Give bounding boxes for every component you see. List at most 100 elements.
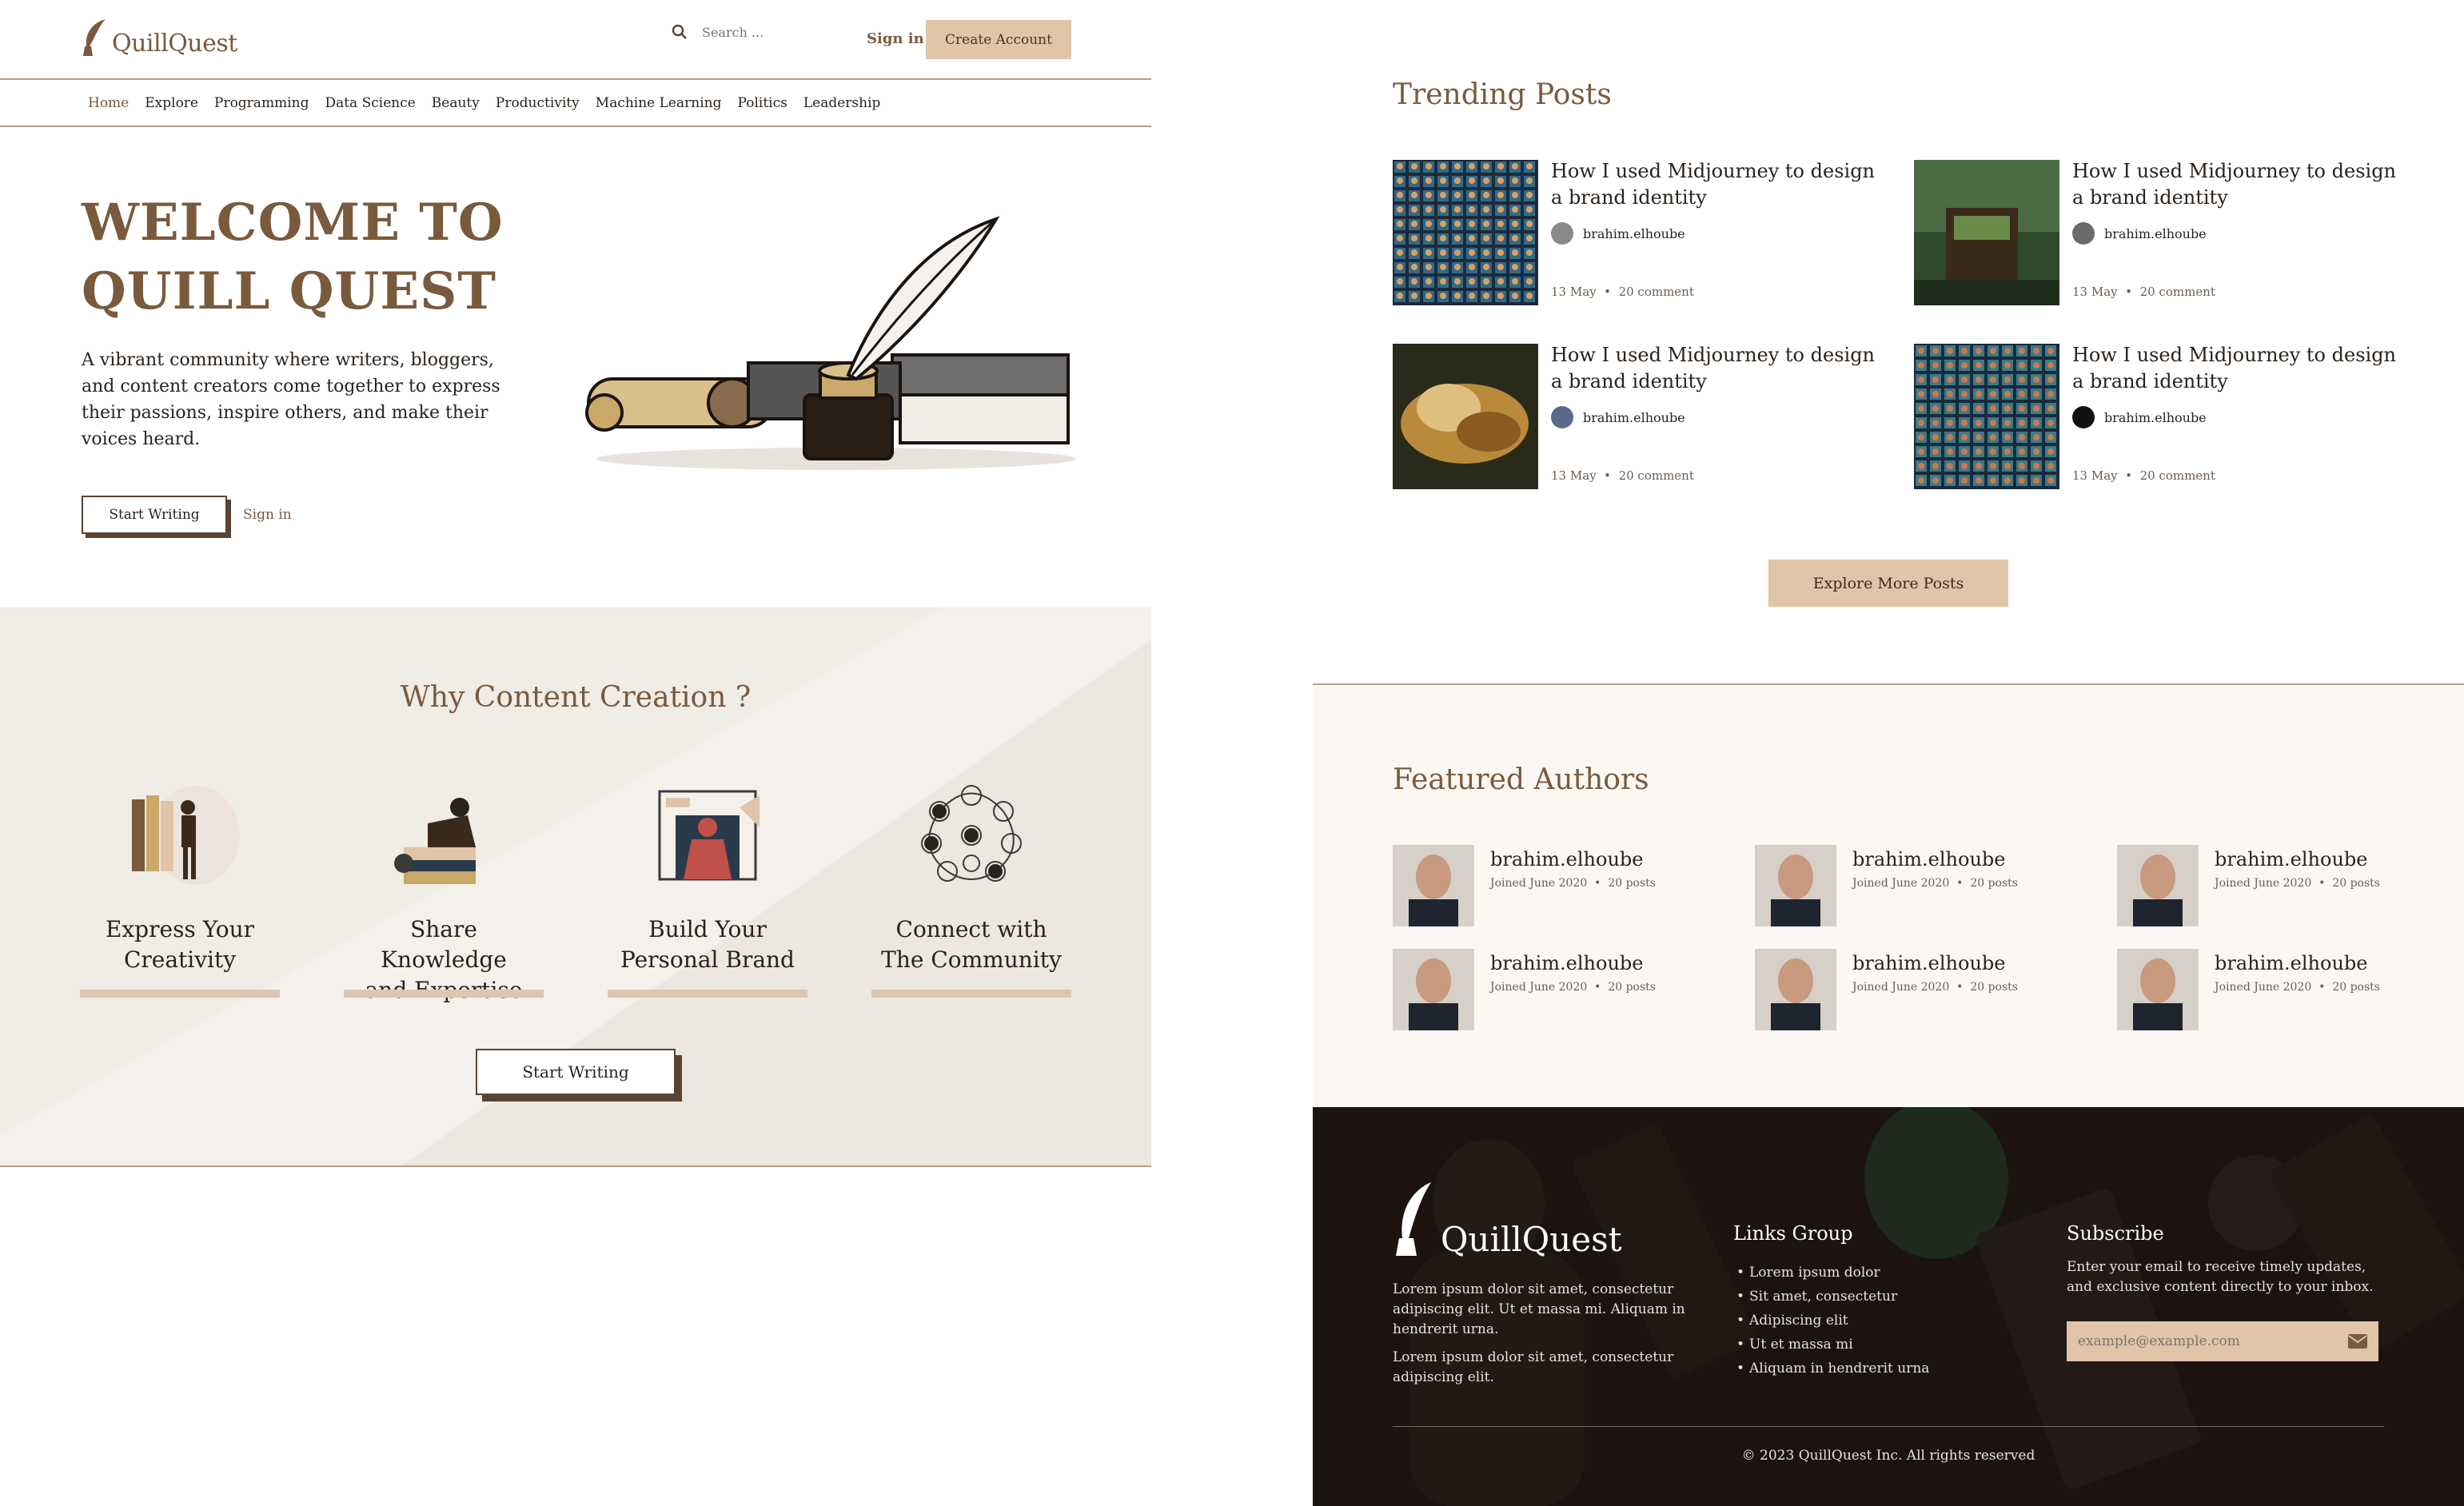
footer-link[interactable]: Adipiscing elit [1733,1309,1929,1333]
hero-title: WELCOME TO QUILL QUEST [82,189,504,326]
nav-item-explore[interactable]: Explore [145,95,198,111]
avatar [1551,222,1573,245]
card-accent-bar [608,990,807,998]
author-meta: Joined June 2020 • 20 posts [1852,877,2018,890]
hero-title-line2: QUILL QUEST [82,261,496,321]
author-photo [1393,845,1474,926]
quill-logo-icon [83,19,106,56]
post-author[interactable]: brahim.elhoube [1551,406,1685,428]
post-meta: 13 May • 20 comment [2072,468,2215,483]
books-reader-illustration [394,798,476,884]
footer-link[interactable]: Ut et massa mi [1733,1333,1929,1357]
hero-signin-link[interactable]: Sign in [243,507,292,523]
card-connect-community: Connect with The Community [871,783,1071,999]
hero-description: A vibrant community where writers, blogg… [82,350,500,449]
footer-link[interactable]: Lorem ipsum dolor [1733,1261,1929,1285]
footer-description: Lorem ipsum dolor sit amet, consectetur … [1393,1281,1685,1385]
site-footer: QuillQuest Lorem ipsum dolor sit amet, c… [1313,1107,2464,1506]
post-author[interactable]: brahim.elhoube [1551,222,1685,245]
logo-text: QuillQuest [112,30,237,58]
post-meta: 13 May • 20 comment [2072,285,2215,299]
explore-more-posts-button[interactable]: Explore More Posts [1768,560,2008,607]
start-writing-button[interactable]: Start Writing [82,496,227,534]
post-card[interactable]: How I used Midjourney to design a brand … [1393,160,1888,312]
nav-item-data-science[interactable]: Data Science [325,95,415,111]
post-thumbnail [1914,344,2059,489]
subscribe-text: Enter your email to receive timely updat… [2067,1259,2374,1295]
author-photo [2117,845,2199,926]
subscribe-form [2067,1321,2378,1361]
why-start-writing-button[interactable]: Start Writing [476,1049,676,1095]
post-thumbnail [1393,160,1538,305]
subscribe-title: Subscribe [2067,1222,2164,1245]
card-title: Express Your Creativity [105,916,255,973]
nav-item-leadership[interactable]: Leadership [803,95,881,111]
landing-right-panel: Trending Posts How I used Midjourney to … [1313,0,2464,1506]
nav-item-programming[interactable]: Programming [214,95,309,111]
author-photo [1755,949,1836,1030]
author-name[interactable]: brahim.elhoube [1490,848,1643,871]
search-input[interactable] [702,24,846,40]
links-group-title: Links Group [1733,1222,1853,1245]
avatar [1551,406,1573,428]
megaphone-illustration [658,790,760,881]
post-title[interactable]: How I used Midjourney to design a brand … [1551,342,1879,395]
author-meta: Joined June 2020 • 20 posts [2215,981,2380,994]
author-card[interactable]: brahim.elhoube Joined June 2020 • 20 pos… [1393,845,1728,926]
nav-item-home[interactable]: Home [88,95,129,111]
logo[interactable]: QuillQuest [80,18,237,58]
palette-illustration [132,786,240,885]
post-title[interactable]: How I used Midjourney to design a brand … [2072,158,2400,211]
author-name[interactable]: brahim.elhoube [2215,848,2367,871]
nav-item-machine-learning[interactable]: Machine Learning [596,95,722,111]
author-card[interactable]: brahim.elhoube Joined June 2020 • 20 pos… [2117,845,2453,926]
search-bar[interactable] [672,24,846,40]
nav-item-beauty[interactable]: Beauty [432,95,480,111]
post-card[interactable]: How I used Midjourney to design a brand … [1914,160,2410,312]
email-input[interactable] [2078,1333,2334,1349]
nav-item-politics[interactable]: Politics [737,95,787,111]
author-photo [2117,949,2199,1030]
category-nav: Home Explore Programming Data Science Be… [0,81,1151,127]
site-header: QuillQuest Sign in Create Account [0,0,1151,80]
post-author[interactable]: brahim.elhoube [2072,222,2207,245]
featured-authors-section: Featured Authors brahim.elhoube Joined J… [1313,683,2464,1107]
post-card[interactable]: How I used Midjourney to design a brand … [1914,344,2410,496]
why-title: Why Content Creation ? [400,681,752,714]
card-accent-bar [871,990,1071,998]
author-card[interactable]: brahim.elhoube Joined June 2020 • 20 pos… [1393,949,1728,1030]
card-express-creativity: Express Your Creativity [80,783,280,999]
copyright: © 2023 QuillQuest Inc. All rights reserv… [1741,1448,2035,1464]
card-title: Build Your Personal Brand [620,916,795,973]
author-name[interactable]: brahim.elhoube [2215,952,2367,974]
post-card[interactable]: How I used Midjourney to design a brand … [1393,344,1888,496]
footer-divider [1393,1426,2384,1427]
author-name[interactable]: brahim.elhoube [1852,952,2005,974]
author-card[interactable]: brahim.elhoube Joined June 2020 • 20 pos… [2117,949,2453,1030]
post-title[interactable]: How I used Midjourney to design a brand … [1551,158,1879,211]
author-name[interactable]: brahim.elhoube [1490,952,1643,974]
footer-logo-text: QuillQuest [1441,1220,1622,1259]
author-card[interactable]: brahim.elhoube Joined June 2020 • 20 pos… [1755,949,2091,1030]
post-author[interactable]: brahim.elhoube [2072,406,2207,428]
avatar [2072,222,2095,245]
create-account-button[interactable]: Create Account [926,20,1071,59]
signin-link[interactable]: Sign in [867,30,924,47]
card-accent-bar [80,990,280,998]
mail-icon[interactable] [2348,1334,2367,1349]
author-name[interactable]: brahim.elhoube [1852,848,2005,871]
footer-logo[interactable]: QuillQuest [1393,1179,1622,1259]
trending-title: Trending Posts [1393,78,1612,111]
post-title[interactable]: How I used Midjourney to design a brand … [2072,342,2400,395]
author-photo [1755,845,1836,926]
footer-link[interactable]: Aliquam in hendrerit urna [1733,1357,1929,1380]
avatar [2072,406,2095,428]
card-share-knowledge: Share Knowledge and Expertise [344,783,544,1003]
footer-links: Lorem ipsum dolor Sit amet, consectetur … [1733,1261,1929,1380]
post-thumbnail [1393,344,1538,489]
quill-books-illustration [585,216,1076,470]
footer-link[interactable]: Sit amet, consectetur [1733,1285,1929,1309]
author-meta: Joined June 2020 • 20 posts [1852,981,2018,994]
nav-item-productivity[interactable]: Productivity [496,95,580,111]
author-card[interactable]: brahim.elhoube Joined June 2020 • 20 pos… [1755,845,2091,926]
